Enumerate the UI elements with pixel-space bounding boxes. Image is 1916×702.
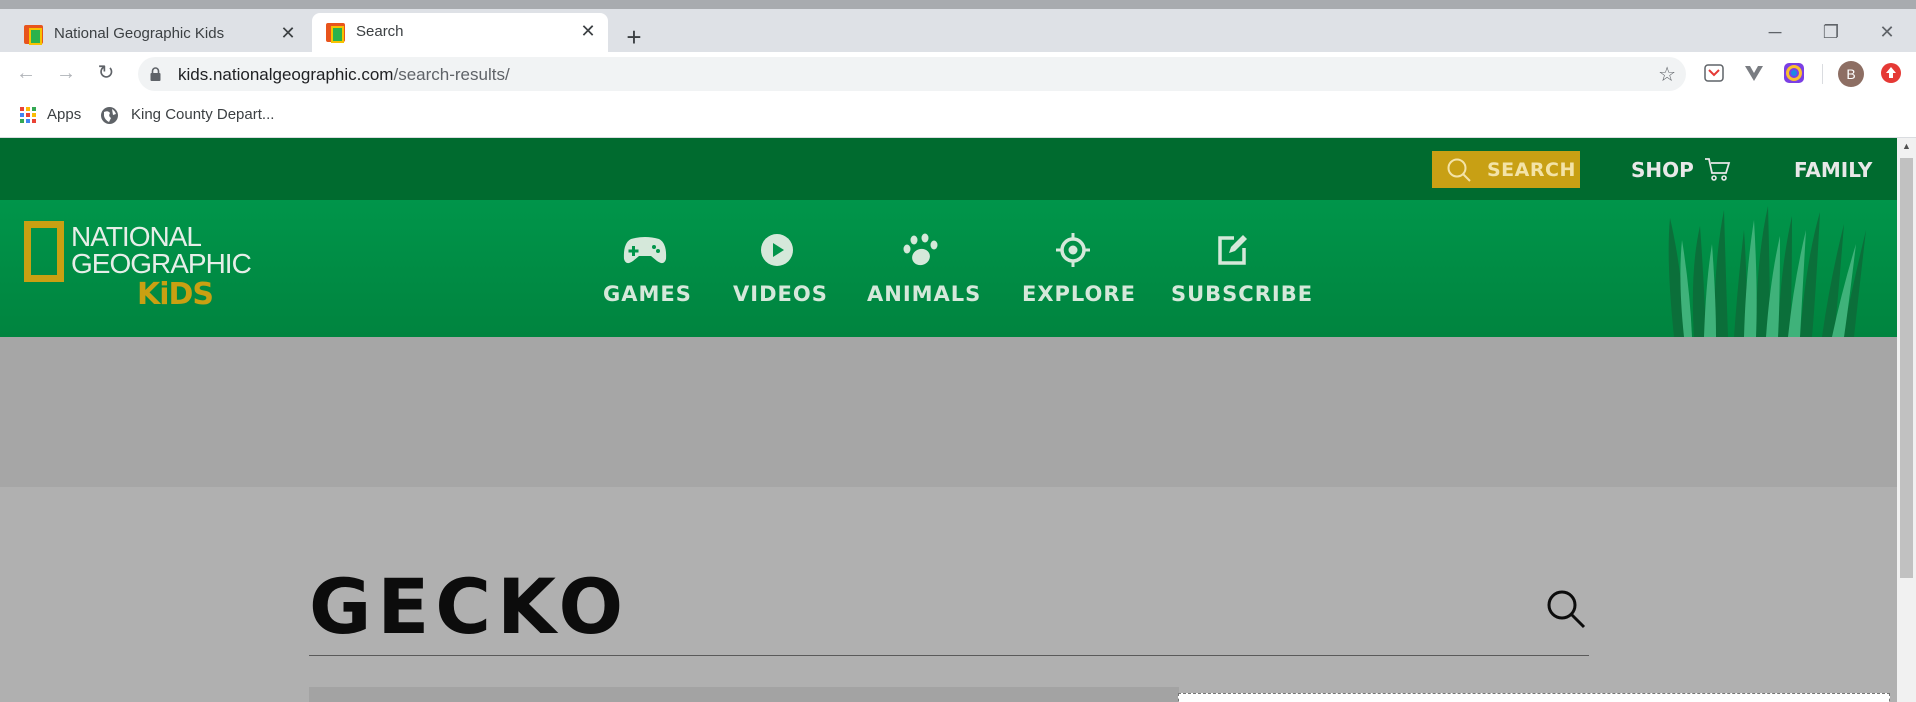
shop-link[interactable]: SHOP	[1631, 158, 1694, 182]
natgeo-favicon-icon	[24, 25, 43, 45]
tab-close-icon[interactable]: ✕	[576, 19, 600, 43]
compass-icon	[1056, 233, 1090, 267]
logo-line-geographic: GEOGRAPHIC	[71, 248, 252, 279]
search-query-heading[interactable]: GECKO	[309, 562, 629, 651]
tab-strip: National Geographic Kids ✕ Search ✕ + ─ …	[0, 0, 1916, 52]
url-host: kids.nationalgeographic.com	[178, 65, 394, 84]
paw-icon	[903, 233, 938, 266]
color-extension-icon[interactable]	[1783, 62, 1805, 84]
tab-national-geographic-kids[interactable]: National Geographic Kids ✕	[10, 13, 308, 56]
apps-grid-icon	[20, 107, 36, 123]
vimeo-extension-icon[interactable]	[1743, 62, 1765, 84]
search-submit-icon[interactable]	[1544, 587, 1588, 631]
scroll-thumb[interactable]	[1900, 158, 1913, 578]
new-tab-button[interactable]: +	[620, 24, 648, 52]
url-path: /search-results/	[393, 65, 510, 84]
update-icon[interactable]	[1880, 62, 1902, 84]
family-link[interactable]: FAMILY	[1794, 158, 1872, 182]
logo-line-kids: KiDS	[137, 277, 214, 312]
logo-yellow-frame	[24, 221, 64, 282]
cart-icon[interactable]	[1703, 155, 1731, 183]
browser-toolbar: ← → ↻ kids.nationalgeographic.com/search…	[0, 52, 1916, 95]
site-main-nav: NATIONAL GEOGRAPHIC KiDS GAMES VIDEOS AN…	[0, 200, 1897, 337]
natgeo-kids-logo[interactable]: NATIONAL GEOGRAPHIC KiDS	[24, 220, 252, 320]
scroll-up-arrow-icon[interactable]: ▲	[1897, 138, 1916, 155]
browser-chrome: National Geographic Kids ✕ Search ✕ + ─ …	[0, 0, 1916, 138]
result-card-right[interactable]	[1178, 693, 1890, 702]
tab-title: National Geographic Kids	[54, 25, 225, 42]
pocket-extension-icon[interactable]	[1703, 62, 1725, 84]
tab-search[interactable]: Search ✕	[312, 13, 608, 52]
search-icon	[1447, 158, 1471, 182]
bookmarks-bar: Apps King County Depart...	[0, 95, 1916, 138]
tab-title: Search	[356, 23, 404, 40]
nav-animals[interactable]: ANIMALS	[867, 230, 982, 310]
site-top-bar: SEARCH SHOP FAMILY	[0, 138, 1897, 200]
globe-icon	[101, 107, 118, 124]
restore-button[interactable]: ❐	[1814, 21, 1848, 45]
search-results-content: GECKO	[0, 487, 1897, 702]
nav-subscribe-label: SUBSCRIBE	[1171, 282, 1314, 306]
nav-videos-label: VIDEOS	[733, 282, 828, 306]
lock-icon	[150, 67, 161, 81]
nav-videos[interactable]: VIDEOS	[733, 230, 828, 310]
forward-button[interactable]: →	[52, 60, 80, 88]
edit-icon	[1218, 235, 1247, 265]
profile-avatar[interactable]: B	[1838, 61, 1864, 87]
logo-line-national: NATIONAL	[71, 221, 202, 252]
search-label: SEARCH	[1487, 159, 1576, 181]
web-page: SEARCH SHOP FAMILY NATIONAL GEOGRAPHIC K…	[0, 138, 1897, 702]
result-card-left	[309, 687, 1179, 702]
toolbar-divider	[1822, 64, 1823, 84]
gamepad-icon	[623, 237, 667, 264]
nav-games-label: GAMES	[603, 282, 692, 306]
back-button[interactable]: ←	[12, 60, 40, 88]
bookmark-apps[interactable]: Apps	[47, 106, 81, 123]
tab-close-icon[interactable]: ✕	[276, 21, 300, 45]
search-underline	[309, 655, 1589, 656]
url-text: kids.nationalgeographic.com/search-resul…	[178, 65, 510, 85]
play-icon	[761, 234, 793, 266]
site-search-button[interactable]: SEARCH	[1432, 151, 1580, 188]
nav-animals-label: ANIMALS	[867, 282, 982, 306]
address-bar[interactable]: kids.nationalgeographic.com/search-resul…	[138, 57, 1686, 91]
ad-banner-area	[0, 337, 1897, 487]
nav-explore[interactable]: EXPLORE	[1022, 230, 1136, 310]
bookmark-king-county[interactable]: King County Depart...	[131, 106, 274, 123]
nav-explore-label: EXPLORE	[1022, 282, 1136, 306]
nav-subscribe[interactable]: SUBSCRIBE	[1171, 230, 1314, 310]
natgeo-favicon-icon	[326, 23, 345, 43]
minimize-button[interactable]: ─	[1758, 21, 1792, 45]
page-scrollbar[interactable]: ▲	[1897, 138, 1916, 702]
bookmark-star-icon[interactable]: ☆	[1658, 62, 1676, 87]
grass-decoration	[1668, 206, 1866, 337]
close-window-button[interactable]: ✕	[1870, 21, 1904, 45]
nav-games[interactable]: GAMES	[603, 230, 692, 310]
reload-button[interactable]: ↻	[92, 60, 120, 88]
